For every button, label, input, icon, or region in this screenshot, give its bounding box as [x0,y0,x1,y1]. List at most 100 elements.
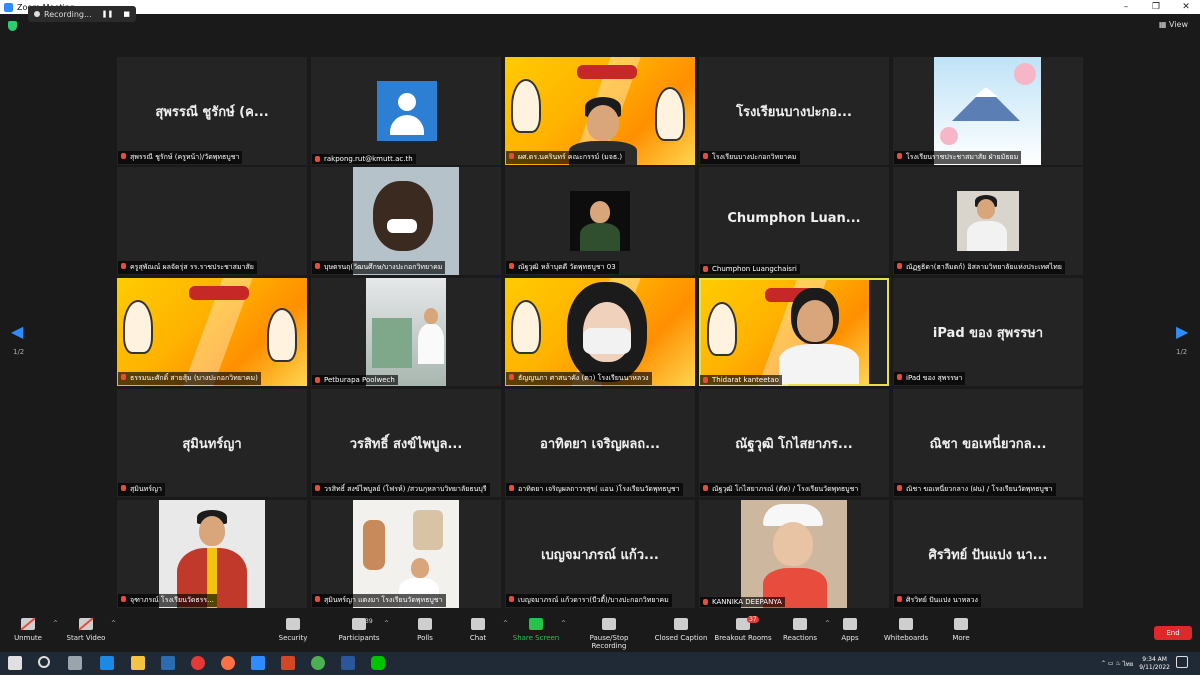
participant-tile[interactable]: ครูสุพัณณ์ ผลจัดรุ่ส รร.ราชประชาสมาสัย [117,167,307,275]
apps-label: Apps [841,634,859,642]
windows-start-icon[interactable] [8,656,22,670]
participant-tile[interactable]: อาทิตยา เจริญผลถ... อาทิตยา เจริญผลถาวรส… [505,389,695,497]
participant-tile[interactable]: วรสิทธิ์ สงข์ไพบูล... วรสิทธิ์ สงข์ไพบูล… [311,389,501,497]
mic-muted-icon [315,485,320,491]
next-page-arrow-icon[interactable]: ▶ [1176,322,1188,341]
participant-tile[interactable]: ธัญญนภา ศาสนาคัง (ตา) โรงเรียนนาหลวง [505,278,695,386]
participant-tile[interactable]: เบญจมาภรณ์ แก้ว... เบญจมาภรณ์ แก้วดารา(บ… [505,500,695,608]
participant-name-label: โรงเรียนราชประชาสมาสัย ฝ่ายมัธยม [894,151,1022,164]
participant-tile[interactable]: Chumphon Luan... Chumphon Luangchaisri [699,167,889,275]
participant-name-label: เบญจมาภรณ์ แก้วดารา(บีวตี้)/บางปะกอกวิทย… [506,594,672,607]
zoom-taskbar-icon[interactable] [251,656,265,670]
prev-page-arrow-icon[interactable]: ◀ [11,322,23,341]
opera-icon[interactable] [191,656,205,670]
label-text: วรสิทธิ์ สงข์ไพบูลย์ (โฟรห์) /สวนกุหลาบว… [324,485,487,493]
label-text: สุมินทร์ญา แตงมา โรงเรียนวัดพุทธบูชา [324,596,443,604]
security-shield-icon[interactable] [8,21,17,31]
label-text: เบญจมาภรณ์ แก้วดารา(บีวตี้)/บางปะกอกวิทย… [518,596,669,604]
label-text: ผศ.ดร.นครินทร์ คณะกรรม์ (มจธ.) [518,153,623,161]
edge-icon[interactable] [100,656,114,670]
participant-tile[interactable]: โรงเรียนบางปะกอ... โรงเรียนบางปะกอกวิทยา… [699,57,889,165]
polls-label: Polls [417,634,433,642]
minimize-icon[interactable]: – [1112,0,1140,14]
participant-tile[interactable]: ณัฐวุฒิ โกไสยาภร... ณัฐวุฒิ โกไสยาภรณ์ (… [699,389,889,497]
close-icon[interactable]: ✕ [1172,0,1200,14]
end-meeting-button[interactable]: End [1154,626,1192,640]
participant-tile[interactable]: จุฑาภรณ์ โรงเรียนวัดธรร... [117,500,307,608]
participants-label: Participants [338,634,380,642]
participant-tile[interactable]: ณัฏฐธิดา(ฮาลีมตก์) อิสลามวิทยาลัยแห่งประ… [893,167,1083,275]
clock[interactable]: 9:34 AM 9/11/2022 [1139,656,1170,672]
share-screen-button[interactable]: ^ Share Screen [500,618,572,642]
chevron-up-icon[interactable]: ^ [561,620,566,627]
search-icon[interactable] [38,656,50,668]
mic-muted-icon [315,156,320,162]
page-indicator-right: 1/2 [1176,348,1188,356]
participant-tile[interactable]: ธรรมนะศักดิ์ สายสุ้ม (บางปะกอกวิทยาคม) [117,278,307,386]
participant-tile[interactable]: สุมินทร์ญา แตงมา โรงเรียนวัดพุทธบูชา [311,500,501,608]
gallery-grid: สุพรรณี ชูรักษ์ (ค... สุพรรณี ชูรักษ์ (ค… [117,57,1083,608]
participant-tile[interactable]: ณิชา ขอเหนี่ยวกล... ณิชา ขอเหนี่ยวกลาง (… [893,389,1083,497]
label-text: Petburapa Poolwech [324,376,395,384]
mic-muted-icon [121,485,126,491]
microphone-muted-icon [21,618,35,630]
participant-display-name: สุมินทร์ญา [182,437,242,452]
profile-picture [957,191,1019,251]
file-explorer-icon[interactable] [131,656,145,670]
participant-tile-active-speaker[interactable]: Thidarat kanteetao [699,278,889,386]
language-indicator[interactable]: ไทย [1123,659,1134,669]
participant-tile[interactable]: iPad ของ สุพรรษา iPad ของ สุพรรษา [893,278,1083,386]
participant-name-label: ณิชา ขอเหนี่ยวกลาง (ฝน) / โรงเรียนวัดพุท… [894,483,1056,496]
notifications-icon[interactable] [1176,656,1188,668]
label-text: ศิรวิทย์ ปันแปง นาหลวง [906,596,978,604]
pause-stop-icon [602,618,616,630]
more-label: More [952,634,970,642]
participant-name-label: rakpong.rut@kmutt.ac.th [312,154,416,164]
participant-tile[interactable]: สุมินทร์ญา สุมินทร์ญา [117,389,307,497]
participant-tile[interactable]: Petburapa Poolwech [311,278,501,386]
task-view-icon[interactable] [68,656,82,670]
window-titlebar: Zoom Meeting – ❐ ✕ [0,0,1200,14]
label-text: ณัฐวุฒิ หล้าบุตดี วัดพุทธบูชา 03 [518,263,616,271]
pause-recording-icon[interactable]: ❚❚ [102,10,114,18]
mic-muted-icon [509,596,514,602]
participant-tile[interactable]: บุษตรนฤ(วัฒนศึกษ/บางปะกอกวิทยาคม [311,167,501,275]
word-icon[interactable] [341,656,355,670]
chrome-icon[interactable] [311,656,325,670]
view-button[interactable]: ▦ View [1159,20,1188,29]
participant-tile[interactable]: KANNIKA DEEPANYA [699,500,889,608]
participant-tile[interactable]: ผศ.ดร.นครินทร์ คณะกรรม์ (มจธ.) [505,57,695,165]
more-button[interactable]: More [925,618,997,642]
pause-stop-recording-button[interactable]: Pause/Stop Recording [573,618,645,650]
participant-display-name: ศิรวิทย์ ปันแปง นา... [928,548,1048,563]
mic-muted-icon [509,374,514,380]
security-label: Security [278,634,308,642]
line-icon[interactable] [371,656,385,670]
record-dot-icon [34,11,40,17]
meeting-toolbar: ^ Unmute ^ Start Video Security 39 ^ Partici… [0,614,1200,652]
store-icon[interactable] [161,656,175,670]
mic-muted-icon [509,485,514,491]
firefox-icon[interactable] [221,656,235,670]
security-button[interactable]: Security [257,618,329,642]
participant-name-label: ณัฐวุฒิ โกไสยาภรณ์ (ตัท) / โรงเรียนวัดพุ… [700,483,862,496]
label-text: สุพรรณี ชูรักษ์ (ครูหน้า)/วัดพุทธบูชา [130,153,240,161]
tray-icons[interactable]: ⌃ ▭ ♨ [1101,660,1123,667]
powerpoint-icon[interactable] [281,656,295,670]
participant-tile[interactable]: rakpong.rut@kmutt.ac.th [311,57,501,165]
start-video-button[interactable]: ^ Start Video [50,618,122,642]
label-text: ณิชา ขอเหนี่ยวกลาง (ฝน) / โรงเรียนวัดพุท… [906,485,1053,493]
participant-name-label: สุพรรณี ชูรักษ์ (ครูหน้า)/วัดพุทธบูชา [118,151,243,164]
participant-display-name: ณัฐวุฒิ โกไสยาภร... [735,437,853,452]
participant-name-label: KANNIKA DEEPANYA [700,597,785,607]
maximize-icon[interactable]: ❐ [1142,0,1170,14]
participant-tile[interactable]: โรงเรียนราชประชาสมาสัย ฝ่ายมัธยม [893,57,1083,165]
stop-recording-icon[interactable]: ■ [123,10,130,18]
clock-time: 9:34 AM [1142,655,1167,663]
participant-tile[interactable]: สุพรรณี ชูรักษ์ (ค... สุพรรณี ชูรักษ์ (ค… [117,57,307,165]
participants-button[interactable]: 39 ^ Participants [323,618,395,642]
participant-tile[interactable]: ศิรวิทย์ ปันแปง นา... ศิรวิทย์ ปันแปง นา… [893,500,1083,608]
label-text: จุฑาภรณ์ โรงเรียนวัดธรร... [130,596,214,604]
participant-tile[interactable]: ณัฐวุฒิ หล้าบุตดี วัดพุทธบูชา 03 [505,167,695,275]
chevron-up-icon[interactable]: ^ [111,620,116,627]
